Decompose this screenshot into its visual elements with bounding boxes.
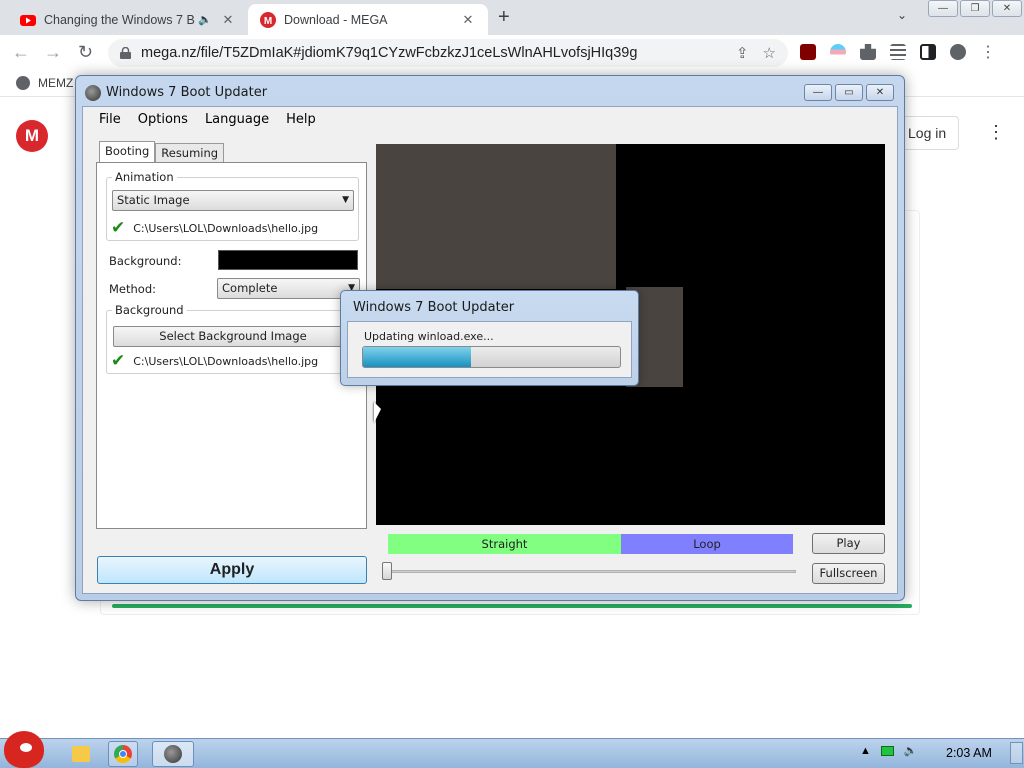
bookmark-memz[interactable]: MEMZ xyxy=(16,76,73,90)
animation-type-select[interactable]: Static Image ▼ xyxy=(112,190,354,211)
tab-youtube[interactable]: Changing the Windows 7 B 🔈 ✕ xyxy=(8,4,248,35)
dropdown-arrow-icon: ▼ xyxy=(342,195,349,205)
progress-status: Updating winload.exe... xyxy=(364,330,494,343)
taskbar-chrome-icon[interactable] xyxy=(108,741,138,767)
browser-tab-strip: Changing the Windows 7 B 🔈 ✕ M Download … xyxy=(0,0,1024,35)
tab-title: Changing the Windows 7 B xyxy=(44,12,195,27)
background-label: Background: xyxy=(109,254,182,268)
mega-logo[interactable]: M xyxy=(16,120,48,152)
puzzle-icon[interactable] xyxy=(860,44,876,60)
menu-language[interactable]: Language xyxy=(205,112,269,127)
segment-loop[interactable]: Loop xyxy=(621,534,793,554)
restore-button[interactable]: ❐ xyxy=(960,0,990,17)
minimize-button[interactable]: — xyxy=(804,84,832,101)
tab-search-icon[interactable]: ⌄ xyxy=(897,8,907,22)
close-tab-icon[interactable]: ✕ xyxy=(220,12,236,28)
menu-bar: File Options Language Help xyxy=(83,107,897,131)
media-control-icon[interactable] xyxy=(890,44,906,60)
timeline-slider-handle[interactable] xyxy=(382,562,392,580)
back-icon[interactable]: ← xyxy=(12,42,30,63)
select-background-button[interactable]: Select Background Image xyxy=(113,326,353,347)
animation-path-row: ✔ C:\Users\LOL\Downloads\hello.jpg xyxy=(111,218,318,238)
chrome-menu-icon[interactable]: ⋮ xyxy=(980,42,996,62)
app-icon xyxy=(85,85,101,101)
checkmark-icon: ✔ xyxy=(111,218,126,238)
svg-text:M: M xyxy=(264,16,272,27)
window-title: Windows 7 Boot Updater xyxy=(106,85,268,100)
dialog-title: Windows 7 Boot Updater xyxy=(353,300,515,315)
new-tab-button[interactable]: + xyxy=(498,6,510,29)
extensions-area: ⋮ xyxy=(800,42,996,62)
speaker-icon[interactable]: 🔈 xyxy=(198,13,212,26)
youtube-icon xyxy=(20,14,36,26)
reload-icon[interactable]: ↻ xyxy=(78,42,93,63)
tab-resuming[interactable]: Resuming xyxy=(155,143,225,162)
address-bar[interactable]: mega.nz/file/T5ZDmIaK#jdiomK79q1CYzwFcbz… xyxy=(108,39,788,67)
progress-bar-fill xyxy=(363,347,471,367)
dialog-client: Updating winload.exe... xyxy=(347,321,632,378)
mega-icon: M xyxy=(260,11,276,28)
close-button[interactable]: ✕ xyxy=(992,0,1022,17)
taskbar-explorer-icon[interactable] xyxy=(68,741,94,767)
menu-file[interactable]: File xyxy=(99,112,121,127)
animation-group: Animation Static Image ▼ ✔ C:\Users\LOL\… xyxy=(106,170,359,241)
volume-icon[interactable]: 🔈 xyxy=(904,744,918,757)
system-tray: ▲ 🔈 xyxy=(860,744,918,758)
browser-window-controls: — ❐ ✕ xyxy=(928,0,1022,17)
background-path-row: ✔ C:\Users\LOL\Downloads\hello.jpg xyxy=(111,351,318,371)
ublock-icon[interactable] xyxy=(800,44,816,60)
play-button[interactable]: Play xyxy=(812,533,885,554)
bird-eye xyxy=(20,743,32,752)
checkmark-icon: ✔ xyxy=(111,351,126,371)
extension-icon[interactable] xyxy=(830,44,846,60)
taskbar-clock[interactable]: 2:03 AM xyxy=(946,746,992,760)
background-group: Background Select Background Image ✔ C:\… xyxy=(106,303,359,374)
url-text: mega.nz/file/T5ZDmIaK#jdiomK79q1CYzwFcbz… xyxy=(141,45,638,61)
booting-panel: Animation Static Image ▼ ✔ C:\Users\LOL\… xyxy=(96,162,367,529)
segment-straight[interactable]: Straight xyxy=(388,534,621,554)
progress-dialog: Windows 7 Boot Updater Updating winload.… xyxy=(340,290,639,386)
apply-button[interactable]: Apply xyxy=(97,556,367,584)
lock-icon xyxy=(120,47,131,59)
battery-icon[interactable] xyxy=(880,745,894,756)
taskbar-boot-updater-icon[interactable] xyxy=(152,741,194,767)
background-group-label: Background xyxy=(112,303,187,317)
tab-booting[interactable]: Booting xyxy=(99,141,156,162)
page-menu-icon[interactable]: ⋮ xyxy=(987,122,1005,143)
share-icon[interactable]: ⇪ xyxy=(736,44,749,62)
settings-tabs: Booting Resuming xyxy=(99,141,225,162)
menu-help[interactable]: Help xyxy=(286,112,316,127)
profile-icon[interactable] xyxy=(950,44,966,60)
method-select[interactable]: Complete ▼ xyxy=(217,278,360,299)
maximize-button[interactable]: ▭ xyxy=(835,84,863,101)
animation-type-value: Static Image xyxy=(117,193,190,207)
animation-group-label: Animation xyxy=(112,170,177,184)
bookmark-star-icon[interactable]: ☆ xyxy=(763,44,776,62)
tab-title: Download - MEGA xyxy=(284,12,388,27)
forward-icon[interactable]: → xyxy=(44,42,62,63)
background-path: C:\Users\LOL\Downloads\hello.jpg xyxy=(133,354,319,368)
tray-expand-icon[interactable]: ▲ xyxy=(860,745,871,757)
menu-options[interactable]: Options xyxy=(138,112,188,127)
fullscreen-button[interactable]: Fullscreen xyxy=(812,563,885,584)
tab-mega[interactable]: M Download - MEGA ✕ xyxy=(248,4,488,35)
method-value: Complete xyxy=(222,281,278,295)
preview-image-placeholder xyxy=(376,144,616,289)
mouse-cursor-icon xyxy=(374,402,381,423)
method-label: Method: xyxy=(109,282,157,296)
bookmark-label: MEMZ xyxy=(38,76,74,90)
close-tab-icon[interactable]: ✕ xyxy=(460,12,476,28)
animation-path: C:\Users\LOL\Downloads\hello.jpg xyxy=(133,221,319,235)
mega-download-progress xyxy=(112,604,912,608)
show-desktop-button[interactable] xyxy=(1010,742,1023,764)
close-button[interactable]: ✕ xyxy=(866,84,894,101)
side-panel-icon[interactable] xyxy=(920,44,936,60)
minimize-button[interactable]: — xyxy=(928,0,958,17)
background-color-swatch[interactable] xyxy=(218,250,358,270)
timeline-track[interactable] xyxy=(388,570,796,573)
globe-icon xyxy=(16,76,30,90)
progress-bar xyxy=(362,346,621,368)
window-controls: — ▭ ✕ xyxy=(804,84,894,101)
